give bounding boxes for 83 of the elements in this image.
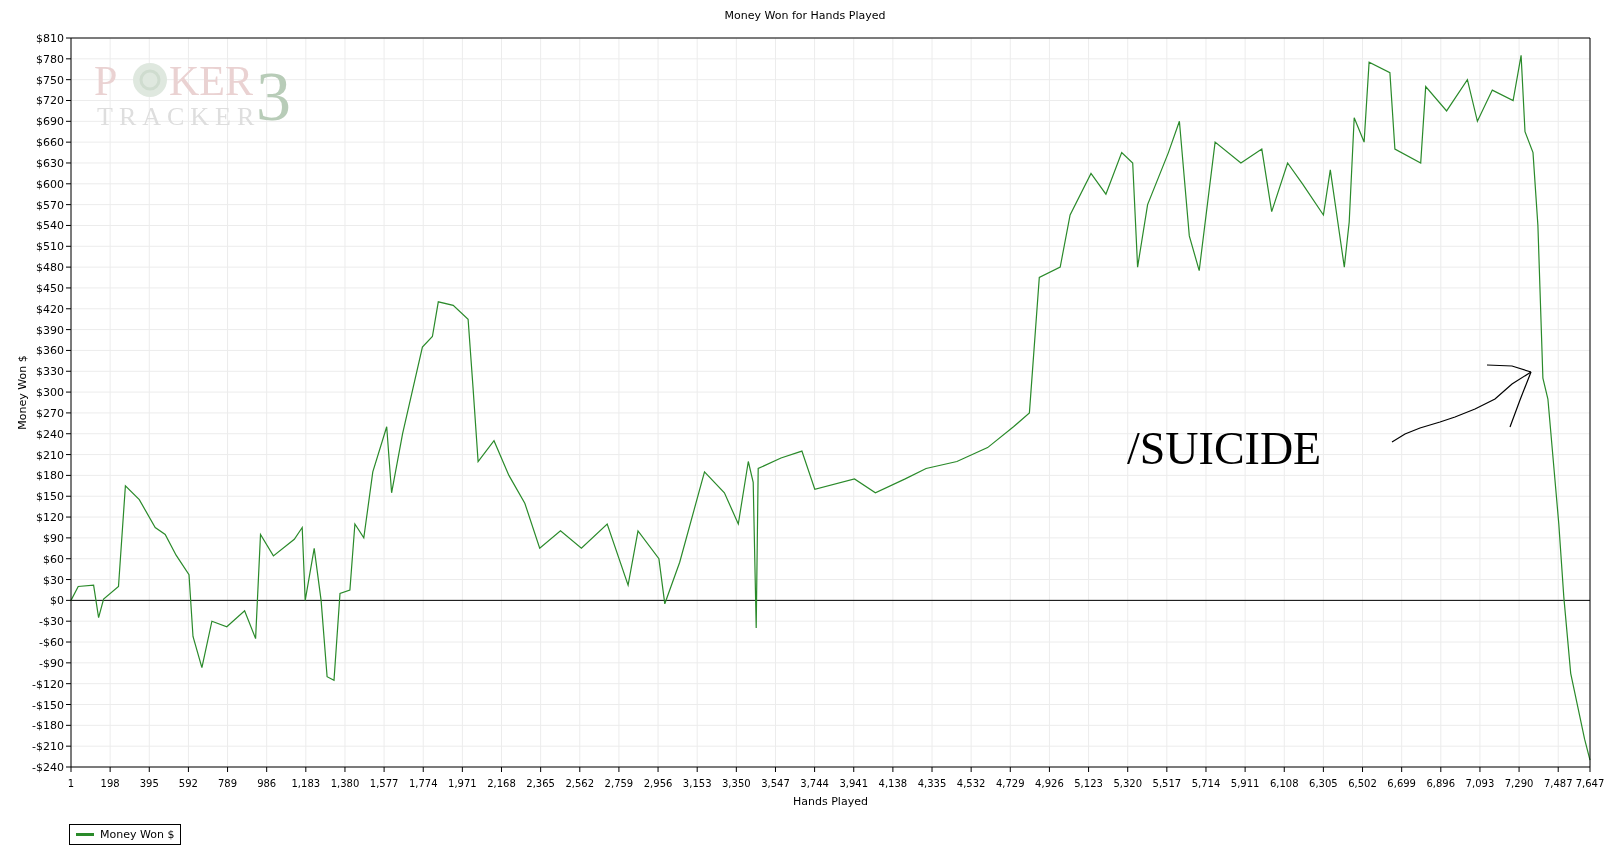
axis-tick-label: 5,123: [1074, 778, 1103, 789]
axis-tick-label: $750: [36, 73, 64, 87]
axis-tick-label: 986: [257, 778, 277, 789]
axis-tick-label: 3,153: [682, 778, 712, 789]
axis-tick-label: 1,774: [408, 778, 438, 789]
axis-tick-label: $630: [36, 156, 64, 170]
axis-tick-label: 2,759: [604, 778, 634, 789]
axis-tick-label: -$240: [32, 761, 64, 774]
axis-tick-label: 7,093: [1465, 778, 1495, 789]
axis-tick-label: 6,502: [1348, 778, 1377, 789]
axis-tick-label: 6,305: [1309, 778, 1338, 789]
axis-tick-label: 3,941: [839, 778, 869, 789]
axis-tick-label: $90: [43, 531, 64, 545]
axis-tick-label: 7,647: [1575, 778, 1605, 789]
axis-tick-label: $210: [36, 448, 64, 462]
axis-tick-label: -$150: [32, 698, 64, 712]
axis-tick-label: -$90: [39, 656, 64, 670]
axis-tick-label: 1: [67, 778, 75, 789]
axis-tick-label: 3,547: [761, 778, 790, 789]
axis-tick-label: $240: [36, 427, 64, 441]
legend-label: Money Won $: [100, 828, 175, 841]
axis-tick-label: -$60: [39, 636, 64, 650]
axis-tick-label: 1,971: [448, 778, 477, 789]
axis-tick-label: 2,956: [643, 778, 673, 789]
axis-tick-label: 5,714: [1191, 778, 1221, 789]
axis-tick-label: $390: [36, 323, 64, 337]
axis-tick-label: 5,320: [1113, 778, 1142, 789]
axis-tick-label: 198: [100, 778, 120, 789]
axis-tick-label: $780: [36, 52, 64, 66]
axis-tick-label: 2,365: [526, 778, 555, 789]
axis-tick-label: 6,699: [1387, 778, 1416, 789]
chip-icon: [133, 63, 167, 97]
axis-tick-label: 6,896: [1426, 778, 1456, 789]
axis-tick-label: $270: [36, 406, 64, 420]
axis-tick-label: 1,380: [330, 778, 360, 789]
axis-title: Money Won $: [16, 355, 29, 430]
axis-tick-label: $0: [50, 594, 64, 608]
axis-tick-label: 2,168: [487, 778, 516, 789]
axis-tick-label: $600: [36, 177, 64, 191]
axis-tick-label: -$30: [39, 615, 64, 629]
axis-tick-label: $480: [36, 261, 64, 275]
watermark-text: 3: [256, 58, 291, 135]
axis-tick-label: 395: [139, 778, 159, 789]
axis-tick-label: 4,926: [1035, 778, 1064, 789]
axis-tick-label: 4,335: [917, 778, 947, 789]
axis-tick-label: 4,532: [956, 778, 986, 789]
axis-tick-label: $120: [36, 511, 64, 525]
axis-tick-label: 6,108: [1269, 778, 1299, 789]
axis-tick-label: 789: [218, 778, 238, 789]
axis-tick-label: 3,744: [800, 778, 829, 789]
axis-tick-label: -$180: [32, 719, 64, 733]
axis-tick-label: $810: [36, 32, 64, 45]
axis-tick-label: 7,487: [1543, 778, 1573, 789]
annotation-text: /SUICIDE: [1127, 423, 1322, 474]
axis-title: Hands Played: [793, 795, 868, 808]
axis-tick-label: 592: [178, 778, 198, 789]
axis-tick-label: -$210: [32, 740, 64, 754]
axis-tick-label: 2,562: [565, 778, 595, 789]
axis-tick-label: 7,290: [1504, 778, 1534, 789]
axis-tick-label: $450: [36, 281, 64, 295]
axis-tick-label: $720: [36, 94, 64, 108]
axis-tick-label: $60: [43, 552, 64, 566]
axis-tick-label: 1,577: [369, 778, 399, 789]
axis-tick-label: $150: [36, 490, 64, 504]
axis-tick-label: $540: [36, 219, 64, 233]
axis-tick-label: $180: [36, 469, 64, 483]
axis-tick-label: 1,183: [291, 778, 321, 789]
axis-tick-label: 5,911: [1230, 778, 1260, 789]
axis-tick-label: $360: [36, 344, 64, 358]
axis-tick-label: $660: [36, 136, 64, 150]
axis-tick-label: $510: [36, 240, 64, 254]
axis-tick-label: 5,517: [1152, 778, 1182, 789]
axis-tick-label: $30: [43, 573, 64, 587]
axis-tick-label: 3,350: [722, 778, 751, 789]
axis-tick-label: -$120: [32, 677, 64, 691]
axis-tick-label: 4,138: [878, 778, 908, 789]
axis-tick-label: $690: [36, 115, 64, 129]
axis-tick-label: $570: [36, 198, 64, 212]
axis-tick-label: 4,729: [995, 778, 1025, 789]
axis-tick-label: $330: [36, 365, 64, 379]
chart-title: Money Won for Hands Played: [724, 8, 886, 22]
axis-tick-label: $300: [36, 386, 64, 400]
axis-tick-label: $420: [36, 302, 64, 316]
